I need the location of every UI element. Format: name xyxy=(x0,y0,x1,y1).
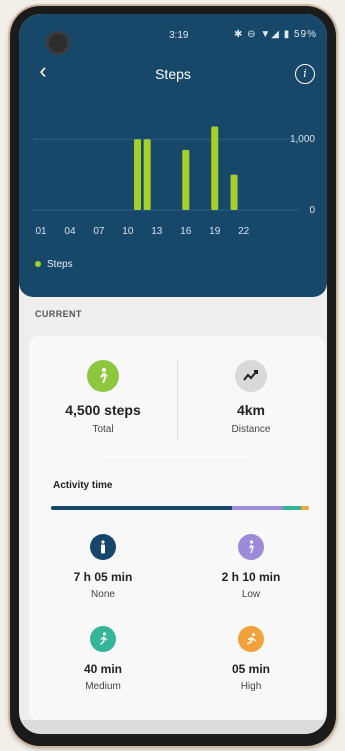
activity-time-bar xyxy=(51,506,309,510)
chart-legend: Steps xyxy=(35,259,73,270)
level-none-label: None xyxy=(91,589,115,600)
activity-segment-high xyxy=(301,506,309,510)
current-card: 4,500 steps Total 4km Distance Activity … xyxy=(29,336,325,721)
level-medium-label: Medium xyxy=(85,681,121,692)
activity-level-medium: 40 min Medium xyxy=(29,626,177,692)
activity-level-high: 05 min High xyxy=(177,626,325,692)
x-tick-label: 13 xyxy=(151,226,163,237)
distance-stat: 4km Distance xyxy=(177,360,325,435)
total-steps-value: 4,500 steps xyxy=(65,402,141,418)
steps-bar-16 xyxy=(182,149,190,210)
sprinting-person-icon xyxy=(238,626,264,652)
x-tick-label: 22 xyxy=(238,226,250,237)
x-tick-label: 04 xyxy=(64,226,76,237)
legend-label: Steps xyxy=(47,259,73,270)
level-high-value: 05 min xyxy=(231,662,270,676)
level-high-label: High xyxy=(240,681,262,692)
distance-label: Distance xyxy=(231,424,271,435)
steps-bar-12 xyxy=(143,139,151,210)
divider xyxy=(101,460,251,461)
y-tick-label: 1,000 xyxy=(290,134,315,145)
standing-person-icon xyxy=(90,534,116,560)
activity-time-label: Activity time xyxy=(53,480,113,491)
phone-frame: 3:19 ✱ ⊖ ▼◢ ▮ 59% ‹ Steps i 01 04 07 10 13 16… xyxy=(10,6,336,746)
steps-header-panel: 3:19 ✱ ⊖ ▼◢ ▮ 59% ‹ Steps i 01 04 07 10 13 16… xyxy=(19,14,327,297)
running-person-icon xyxy=(90,626,116,652)
activity-segment-none xyxy=(51,506,232,510)
distance-icon xyxy=(235,360,267,392)
x-tick-label: 16 xyxy=(180,226,192,237)
activity-segment-low xyxy=(231,506,284,510)
section-label-current: CURRENT xyxy=(35,309,82,319)
x-tick-label: 07 xyxy=(93,226,105,237)
level-none-value: 7 h 05 min xyxy=(73,570,133,584)
activity-segment-medium xyxy=(283,506,302,510)
steps-bar-21 xyxy=(230,174,238,210)
steps-bar-chart: 01 04 07 10 13 16 19 22 1,000 0 xyxy=(33,126,315,237)
walking-person-icon xyxy=(238,534,264,560)
total-steps-stat: 4,500 steps Total xyxy=(29,360,177,435)
steps-bar-19 xyxy=(211,126,219,210)
y-tick-label: 0 xyxy=(309,205,315,216)
level-low-label: Low xyxy=(241,589,261,600)
navigation-bar xyxy=(19,720,327,734)
activity-level-none: 7 h 05 min None xyxy=(29,534,177,600)
x-tick-label: 01 xyxy=(35,226,47,237)
total-steps-label: Total xyxy=(92,424,114,435)
level-medium-value: 40 min xyxy=(83,662,122,676)
activity-level-low: 2 h 10 min Low xyxy=(177,534,325,600)
steps-bar-11 xyxy=(134,139,142,210)
x-tick-label: 19 xyxy=(209,226,221,237)
walking-icon xyxy=(87,360,119,392)
app-screen: 3:19 ✱ ⊖ ▼◢ ▮ 59% ‹ Steps i 01 04 07 10 13 16… xyxy=(19,14,327,734)
x-tick-label: 10 xyxy=(122,226,134,237)
legend-dot xyxy=(35,261,41,268)
distance-value: 4km xyxy=(236,402,266,418)
level-low-value: 2 h 10 min xyxy=(221,570,281,584)
